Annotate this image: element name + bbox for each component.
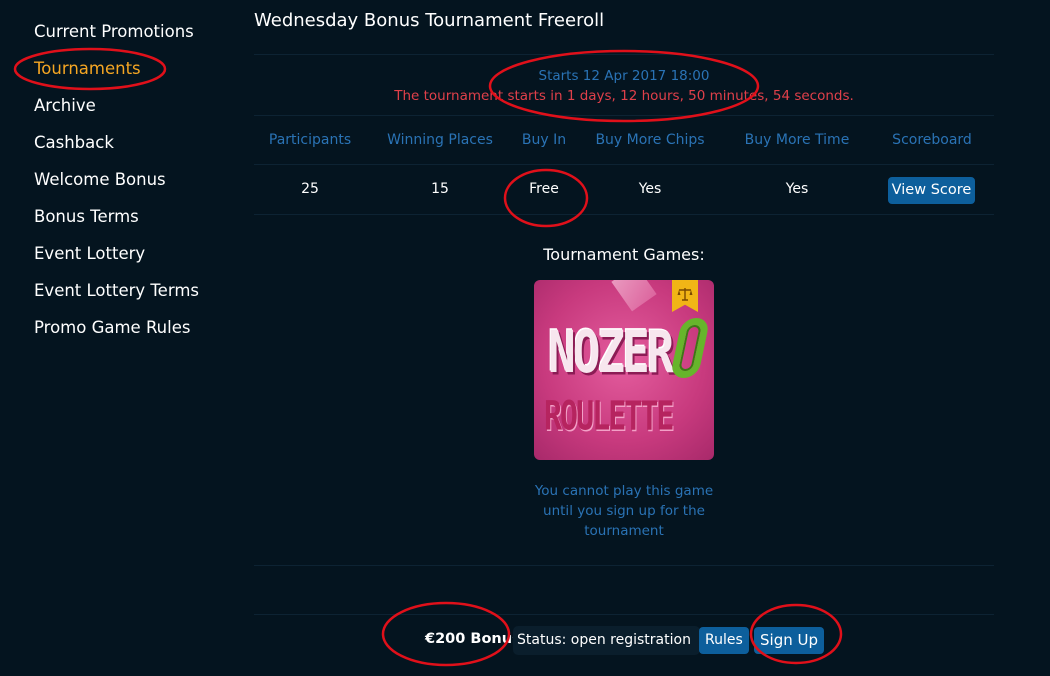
page-title: Wednesday Bonus Tournament Freeroll	[254, 10, 605, 31]
prize-label: €200 Bonus	[425, 631, 521, 647]
header-buy-in: Buy In	[521, 132, 567, 148]
rules-button[interactable]: Rules	[699, 627, 749, 654]
header-participants: Participants	[268, 132, 352, 148]
sidebar-item-welcome-bonus[interactable]: Welcome Bonus	[34, 170, 166, 190]
header-buy-more-chips: Buy More Chips	[595, 132, 705, 148]
header-buy-more-time: Buy More Time	[744, 132, 850, 148]
sidebar-item-promo-game-rules[interactable]: Promo Game Rules	[34, 318, 190, 338]
divider	[254, 54, 994, 55]
sign-up-button[interactable]: Sign Up	[754, 627, 824, 654]
sidebar-item-current-promotions[interactable]: Current Promotions	[34, 22, 194, 42]
header-scoreboard: Scoreboard	[892, 132, 972, 148]
buy-more-chips-value: Yes	[638, 181, 662, 197]
registration-bar: €200 Bonus Status: open registration Rul…	[254, 626, 994, 656]
scales-icon	[677, 288, 693, 301]
buy-in-value: Free	[529, 181, 559, 197]
header-winning-places: Winning Places	[387, 132, 493, 148]
countdown-text: The tournament starts in 1 days, 12 hour…	[394, 88, 854, 104]
sidebar-item-event-lottery[interactable]: Event Lottery	[34, 244, 145, 264]
tournament-games-title: Tournament Games:	[543, 245, 705, 264]
decorative-shine	[611, 280, 657, 312]
divider	[254, 214, 994, 215]
winning-places-value: 15	[431, 181, 449, 197]
start-time: Starts 12 Apr 2017 18:00	[538, 68, 710, 84]
divider	[254, 614, 994, 615]
sidebar-item-cashback[interactable]: Cashback	[34, 133, 114, 153]
status-badge: Status: open registration	[513, 626, 700, 655]
game-logo-line1: NOZER	[548, 318, 674, 386]
participants-value: 25	[301, 181, 319, 197]
sidebar-item-event-lottery-terms[interactable]: Event Lottery Terms	[34, 281, 199, 301]
game-thumbnail-nozero-roulette[interactable]: NOZER ROULETTE	[534, 280, 714, 460]
buy-more-time-value: Yes	[785, 181, 809, 197]
divider	[254, 115, 994, 116]
divider	[254, 164, 994, 165]
bookmark-badge-icon	[672, 280, 698, 312]
sidebar-item-bonus-terms[interactable]: Bonus Terms	[34, 207, 139, 227]
signup-notice: You cannot play this game until you sign…	[534, 483, 714, 539]
tournament-panel: Wednesday Bonus Tournament Freeroll Star…	[254, 0, 994, 676]
sidebar-item-tournaments[interactable]: Tournaments	[34, 59, 141, 79]
game-logo-line2: ROULETTE	[544, 393, 674, 441]
green-zero-icon	[669, 318, 711, 378]
sidebar-item-archive[interactable]: Archive	[34, 96, 96, 116]
divider	[254, 565, 994, 566]
view-score-button[interactable]: View Score	[888, 177, 975, 204]
sidebar: Current Promotions Tournaments Archive C…	[0, 0, 230, 676]
